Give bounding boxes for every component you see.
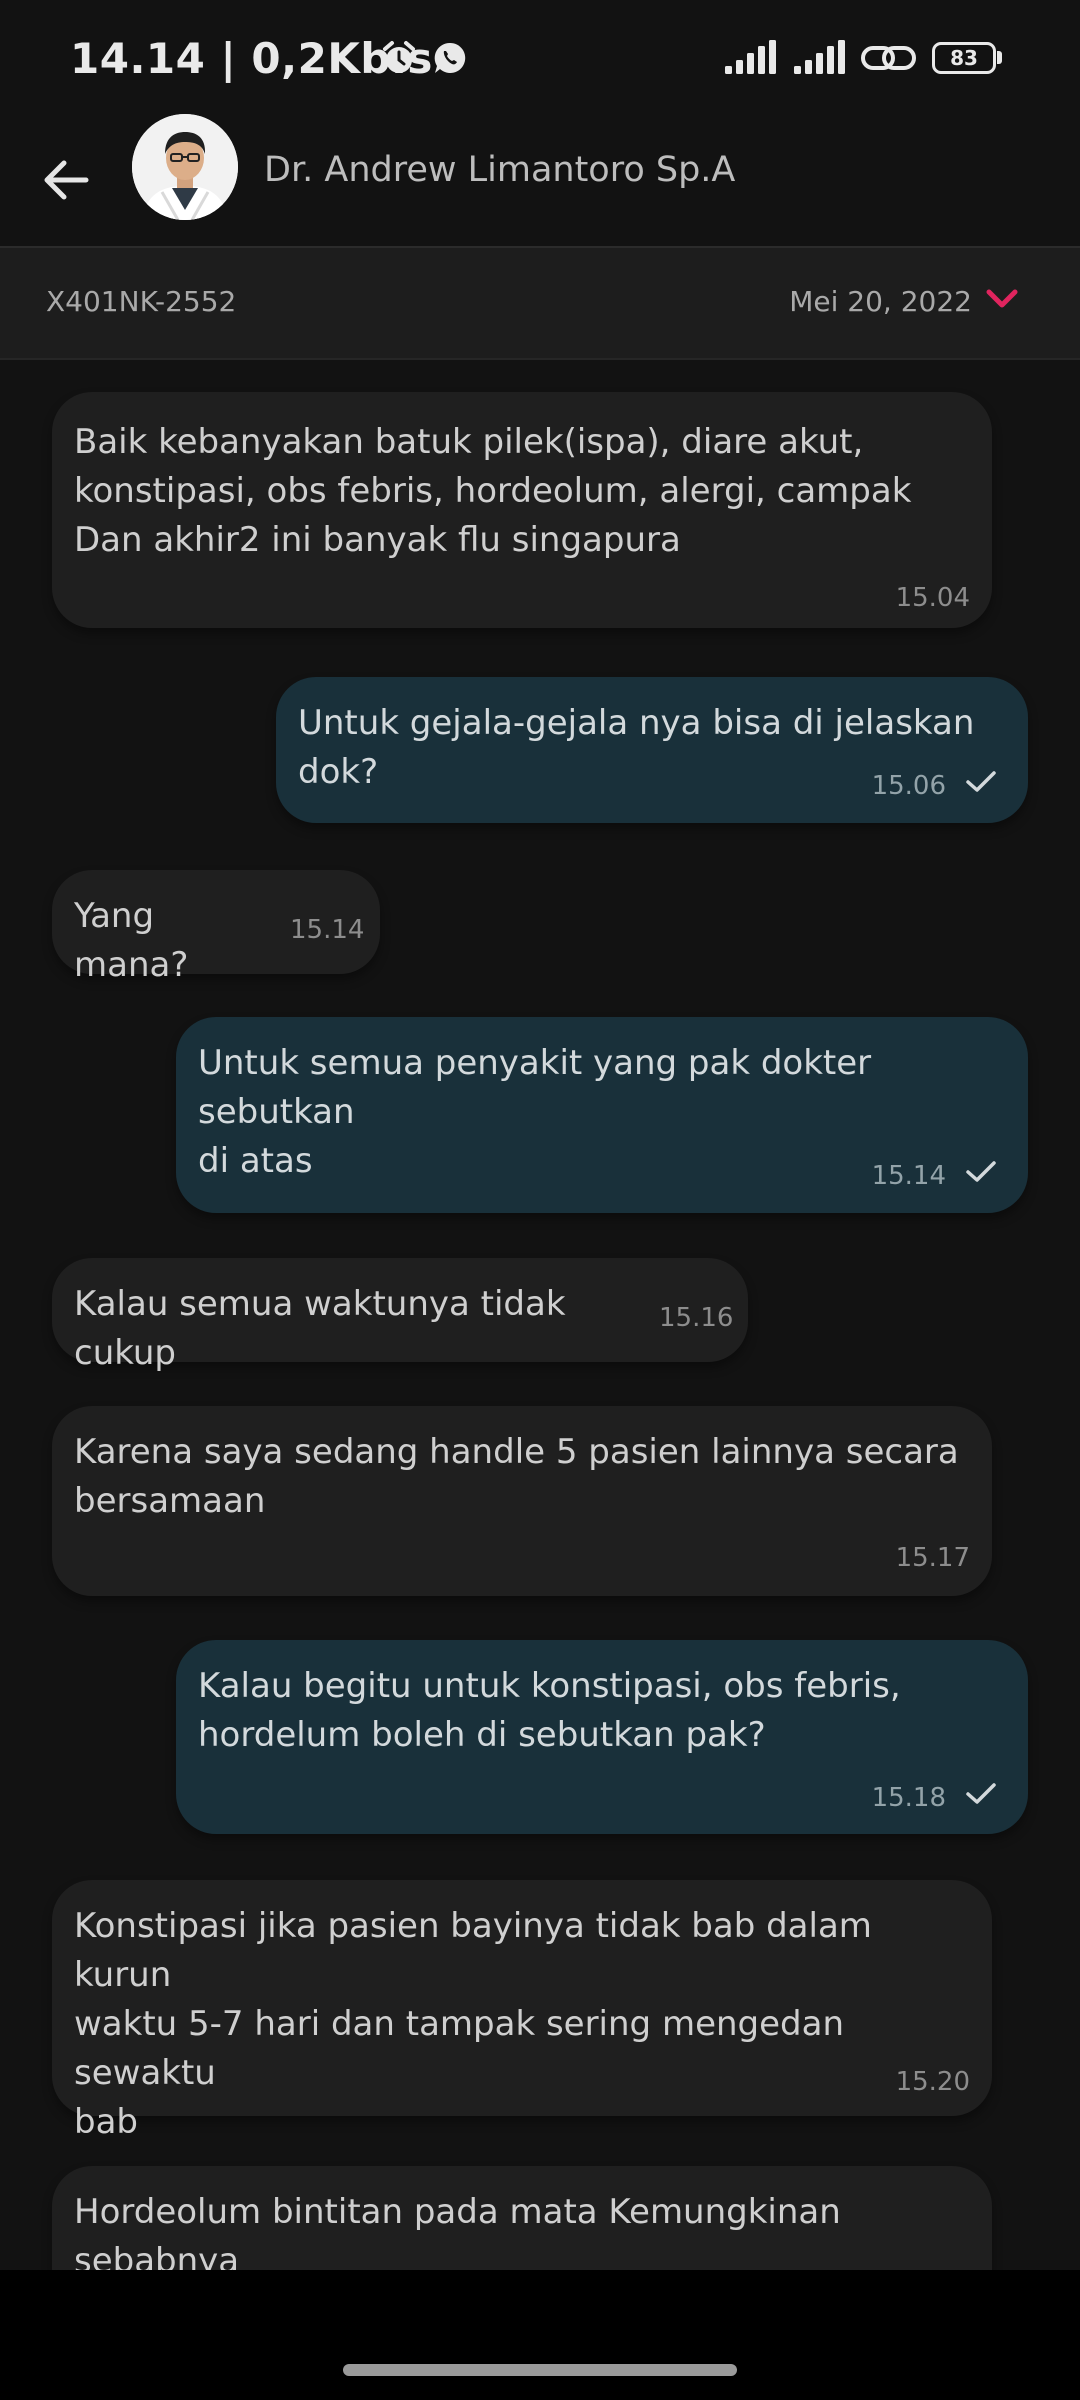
message-bubble-incoming[interactable]: Konstipasi jika pasien bayinya tidak bab… xyxy=(52,1880,992,2142)
message-time: 15.17 xyxy=(895,1543,970,1573)
doctor-avatar-image xyxy=(132,114,238,220)
message-bubble-outgoing[interactable]: Kalau begitu untuk konstipasi, obs febri… xyxy=(176,1640,1028,1834)
battery-icon: 83 xyxy=(932,42,996,74)
message-text: Yang mana? xyxy=(74,896,189,985)
signal-icon xyxy=(725,40,776,74)
chevron-down-icon[interactable] xyxy=(984,284,1020,314)
message-time: 15.04 xyxy=(895,583,970,613)
alarm-icon xyxy=(383,41,415,73)
message-time: 15.20 xyxy=(895,2067,970,2097)
check-icon xyxy=(966,1783,996,1804)
check-icon xyxy=(966,1161,996,1182)
message-bubble-incoming[interactable]: Kalau semua waktunya tidak cukup 15.16 xyxy=(52,1258,748,1373)
message-time: 15.14 xyxy=(871,1161,946,1191)
message-text: Kalau begitu untuk konstipasi, obs febri… xyxy=(198,1666,901,1755)
message-bubble-incoming[interactable]: Yang mana? 15.14 xyxy=(52,870,380,985)
message-bubble-incoming[interactable]: Hordeolum bintitan pada mata Kemungkinan… xyxy=(52,2166,992,2270)
message-text: Karena saya sedang handle 5 pasien lainn… xyxy=(74,1432,959,1521)
message-bubble-incoming[interactable]: Baik kebanyakan batuk pilek(ispa), diare… xyxy=(52,392,992,628)
navigation-bar xyxy=(0,2270,1080,2400)
avatar[interactable] xyxy=(132,114,238,220)
message-time: 15.06 xyxy=(871,771,946,801)
consultation-info-bar[interactable]: X401NK-2552 Mei 20, 2022 xyxy=(0,248,1080,360)
signal-icon-2 xyxy=(794,40,845,74)
message-text: Kalau semua waktunya tidak cukup xyxy=(74,1284,566,1373)
message-text: Hordeolum bintitan pada mata Kemungkinan… xyxy=(74,2192,841,2270)
consultation-date: Mei 20, 2022 xyxy=(789,285,972,318)
consultation-id: X401NK-2552 xyxy=(46,285,237,318)
message-text: Konstipasi jika pasien bayinya tidak bab… xyxy=(74,1906,872,2142)
status-time: 14.14 | 0,2Kb.s xyxy=(70,34,433,83)
link-icon xyxy=(861,46,916,70)
whatsapp-icon xyxy=(434,42,466,73)
message-time: 15.14 xyxy=(290,915,365,945)
message-bubble-incoming[interactable]: Karena saya sedang handle 5 pasien lainn… xyxy=(52,1406,992,1596)
message-bubble-outgoing[interactable]: Untuk semua penyakit yang pak dokter seb… xyxy=(176,1017,1028,1213)
arrow-left-icon xyxy=(44,160,89,200)
message-text: Baik kebanyakan batuk pilek(ispa), diare… xyxy=(74,422,912,560)
chat-screen: 14.14 | 0,2Kb.s 83 Dr. Andrew Limantoro … xyxy=(0,0,1080,2400)
contact-name[interactable]: Dr. Andrew Limantoro Sp.A xyxy=(264,148,735,192)
message-time: 15.18 xyxy=(871,1783,946,1813)
status-bar: 14.14 | 0,2Kb.s 83 xyxy=(0,0,1080,118)
back-button[interactable] xyxy=(30,144,102,216)
message-bubble-outgoing[interactable]: Untuk gejala-gejala nya bisa di jelaskan… xyxy=(276,677,1028,823)
message-list[interactable]: Baik kebanyakan batuk pilek(ispa), diare… xyxy=(0,360,1080,2270)
check-icon xyxy=(966,771,996,792)
battery-tip xyxy=(997,51,1002,64)
message-time: 15.16 xyxy=(659,1303,734,1333)
home-indicator[interactable] xyxy=(343,2364,737,2376)
